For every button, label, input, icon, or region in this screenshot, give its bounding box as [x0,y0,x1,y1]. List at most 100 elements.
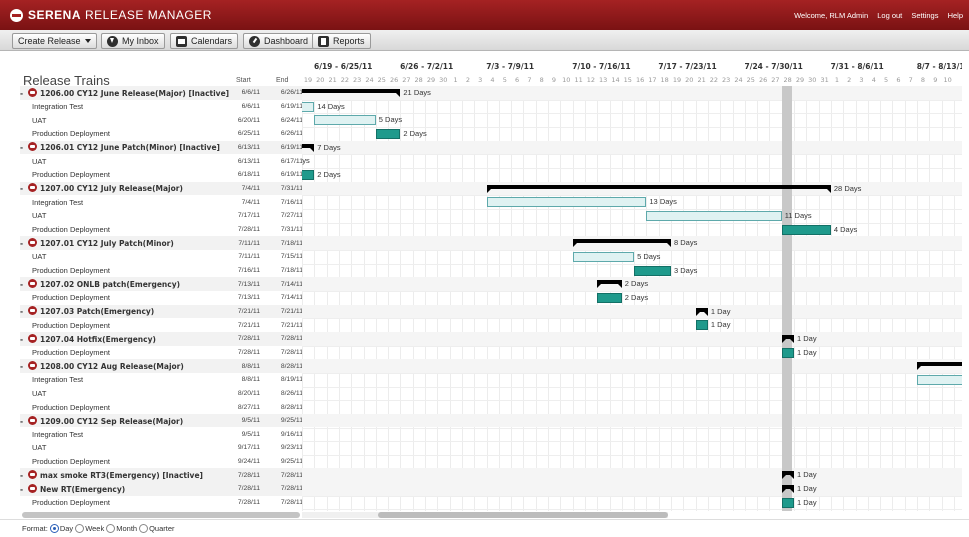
format-option-day[interactable]: Day [60,524,73,533]
release-train-row[interactable]: - 1207.04 Hotfix(Emergency) 7/28/11 7/28/11 [20,331,303,346]
format-radio-month[interactable] [106,524,116,533]
row-gridline [302,263,962,265]
release-train-name[interactable]: - 1206.00 CY12 June Release(Major) [Inact… [20,87,229,98]
release-train-name[interactable]: - 1207.04 Hotfix(Emergency) [20,333,156,344]
phase-bar[interactable] [302,101,315,112]
settings-link[interactable]: Settings [911,11,938,20]
create-release-button[interactable]: Create Release [12,33,97,49]
collapse-icon[interactable]: - [20,335,26,344]
release-train-row[interactable]: - 1206.01 CY12 June Patch(Minor) [Inactiv… [20,140,303,155]
release-train-row[interactable]: - 1207.03 Patch(Emergency) 7/21/11 7/21/11 [20,304,303,319]
deployment-bar[interactable] [634,265,671,276]
logout-link[interactable]: Log out [877,11,902,20]
deployment-bar[interactable] [781,347,794,358]
phase-bar[interactable] [486,197,647,208]
collapse-icon[interactable]: - [20,184,26,193]
release-train-row[interactable]: - 1206.00 CY12 June Release(Major) [Inact… [20,86,303,100]
collapse-icon[interactable]: - [20,307,26,316]
day-number: 8 [539,76,544,84]
release-summary-bar[interactable] [781,334,795,343]
release-train-name[interactable]: - 1207.02 ONLB patch(Emergency) [20,279,180,289]
chart-horizontal-scrollbar[interactable] [302,512,668,518]
deployment-bar[interactable] [597,292,622,303]
format-radio-quarter[interactable] [139,524,149,533]
reports-button[interactable]: Reports [312,33,371,49]
release-summary-bar[interactable] [302,143,315,152]
release-train-name[interactable]: - 1208.00 CY12 Aug Release(Major) [20,361,184,371]
format-radio-day[interactable] [49,524,59,533]
deployment-bar[interactable] [375,128,401,139]
format-option-quarter[interactable]: Quarter [149,524,174,533]
phase-row[interactable]: Production Deployment 7/28/11 7/28/11 [20,346,303,360]
collapse-icon[interactable]: - [20,239,26,248]
phase-bar[interactable] [917,374,962,385]
release-train-row[interactable]: - 1208.00 CY12 Aug Release(Major) 8/8/11 8/… [20,359,303,373]
release-summary-bar[interactable] [302,89,401,97]
release-summary-bar[interactable] [917,362,962,371]
release-train-row[interactable]: - 1207.02 ONLB patch(Emergency) 7/13/11 7/1… [20,277,303,291]
calendars-button[interactable]: Calendars [170,33,239,49]
phase-row[interactable]: UAT 9/17/11 9/23/11 [20,441,303,455]
phase-row[interactable]: UAT 6/20/11 6/24/11 [20,113,303,127]
phase-row[interactable]: Integration Test 8/8/11 8/19/11 [20,373,303,387]
phase-row[interactable]: Production Deployment 8/27/11 8/28/11 [20,400,303,414]
phase-row[interactable]: Production Deployment 6/25/11 6/26/11 [20,127,303,141]
release-train-row[interactable]: - 1209.00 CY12 Sep Release(Major) 9/5/11 9/… [20,413,303,428]
collapse-icon[interactable]: - [20,143,26,152]
release-train-row[interactable]: - 1207.00 CY12 July Release(Major) 7/4/11 7… [20,181,303,196]
release-train-name[interactable]: - 1207.01 CY12 July Patch(Minor) [20,238,174,248]
collapse-icon[interactable]: - [20,417,26,426]
phase-row[interactable]: Production Deployment 6/18/11 6/19/11 [20,168,303,182]
phase-row[interactable]: Production Deployment 7/28/11 7/28/11 [20,496,303,510]
release-summary-bar[interactable] [597,280,622,289]
my-inbox-button[interactable]: My Inbox [101,33,165,49]
release-summary-bar[interactable] [781,471,795,480]
collapse-icon[interactable]: - [20,280,26,289]
deployment-bar[interactable] [302,169,315,180]
collapse-icon[interactable]: - [20,89,26,98]
phase-bar[interactable] [646,210,782,221]
collapse-icon[interactable]: - [20,485,26,494]
phase-row[interactable]: Production Deployment 7/21/11 7/21/11 [20,318,303,332]
phase-row[interactable]: Production Deployment 7/16/11 7/18/11 [20,264,303,278]
chart-scroll-thumb[interactable] [378,512,668,518]
release-summary-bar[interactable] [486,184,832,193]
phase-row[interactable]: UAT 7/11/11 7/15/11 [20,250,303,264]
format-option-week[interactable]: Week [85,524,104,533]
phase-row[interactable]: Production Deployment 7/13/11 7/14/11 [20,291,303,305]
phase-bar[interactable] [314,115,376,126]
phase-row[interactable]: Integration Test 7/4/11 7/16/11 [20,195,303,209]
release-train-row[interactable]: - max smoke RT3(Emergency) [Inactive] 7/28… [20,468,303,483]
format-option-month[interactable]: Month [116,524,137,533]
release-train-name[interactable]: - 1207.00 CY12 July Release(Major) [20,183,183,193]
deployment-bar[interactable] [695,320,708,331]
phase-row[interactable]: Production Deployment 9/24/11 9/25/11 [20,455,303,469]
release-train-name[interactable]: - 1207.03 Patch(Emergency) [20,306,154,316]
phase-row[interactable]: UAT 8/20/11 8/26/11 [20,387,303,401]
deployment-bar[interactable] [781,224,831,235]
collapse-icon[interactable]: - [20,471,26,480]
release-train-name[interactable]: - 1209.00 CY12 Sep Release(Major) [20,415,183,426]
phase-row[interactable]: UAT 6/13/11 6/17/11 [20,154,303,168]
phase-row[interactable]: Production Deployment 7/28/11 7/31/11 [20,223,303,237]
dashboard-button[interactable]: Dashboard [243,33,315,49]
deployment-bar[interactable] [781,497,794,508]
release-train-name[interactable]: - max smoke RT3(Emergency) [Inactive] [20,470,203,480]
duration-label: 13 Days [649,197,677,207]
collapse-icon[interactable]: - [20,362,26,371]
release-train-row[interactable]: - New RT(Emergency) 7/28/11 7/28/11 [20,482,303,496]
help-link[interactable]: Help [948,11,963,20]
phase-row[interactable]: Integration Test 6/6/11 6/19/11 [20,100,303,114]
release-summary-bar[interactable] [781,485,795,494]
release-train-name[interactable]: - 1206.01 CY12 June Patch(Minor) [Inactiv… [20,142,220,152]
release-summary-bar[interactable] [572,239,672,248]
grid-horizontal-scrollbar[interactable] [22,512,300,518]
format-radio-week[interactable] [75,524,85,533]
release-summary-bar[interactable] [695,307,709,316]
phase-bar[interactable] [572,251,635,262]
today-marker [781,86,792,511]
phase-row[interactable]: Integration Test 9/5/11 9/16/11 [20,428,303,442]
release-train-name[interactable]: - New RT(Emergency) [20,483,125,494]
phase-row[interactable]: UAT 7/17/11 7/27/11 [20,209,303,223]
release-train-row[interactable]: - 1207.01 CY12 July Patch(Minor) 7/11/11 7/… [20,236,303,250]
